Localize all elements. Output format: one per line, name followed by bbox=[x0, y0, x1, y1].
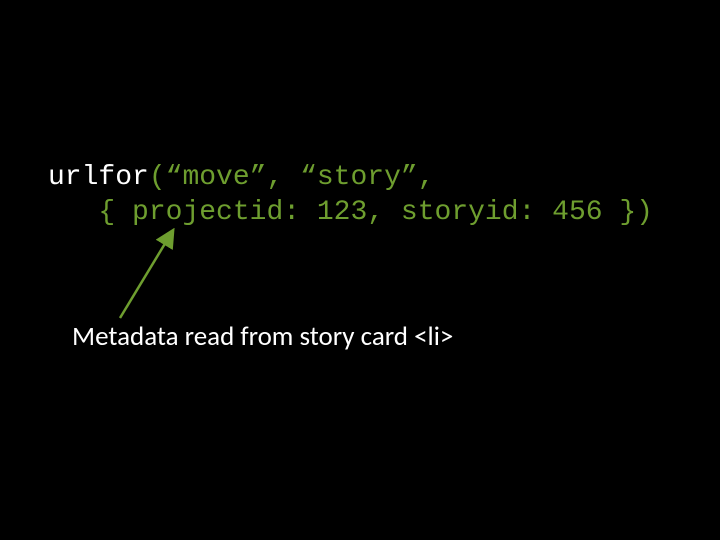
code-comma-1: , bbox=[266, 162, 300, 193]
slide: urlfor(“move”, “story”, { projectid: 123… bbox=[0, 0, 720, 540]
code-indent bbox=[48, 197, 98, 228]
code-comma-3: , bbox=[367, 197, 401, 228]
code-comma-2: , bbox=[418, 162, 435, 193]
caption-text: Metadata read from story card <li> bbox=[72, 320, 453, 353]
code-arg-move: “move” bbox=[166, 162, 267, 193]
code-arg-story: “story” bbox=[300, 162, 418, 193]
code-key-projectid: projectid: bbox=[132, 197, 317, 228]
code-open-paren: ( bbox=[149, 162, 166, 193]
code-val-projectid: 123 bbox=[317, 197, 367, 228]
code-block: urlfor(“move”, “story”, { projectid: 123… bbox=[48, 160, 653, 230]
code-close-paren: ) bbox=[636, 197, 653, 228]
code-function-name: urlfor bbox=[48, 162, 149, 193]
arrow-icon bbox=[110, 228, 190, 320]
code-brace-close: } bbox=[603, 197, 637, 228]
code-brace-open: { bbox=[98, 197, 132, 228]
code-val-storyid: 456 bbox=[552, 197, 602, 228]
code-key-storyid: storyid: bbox=[401, 197, 552, 228]
